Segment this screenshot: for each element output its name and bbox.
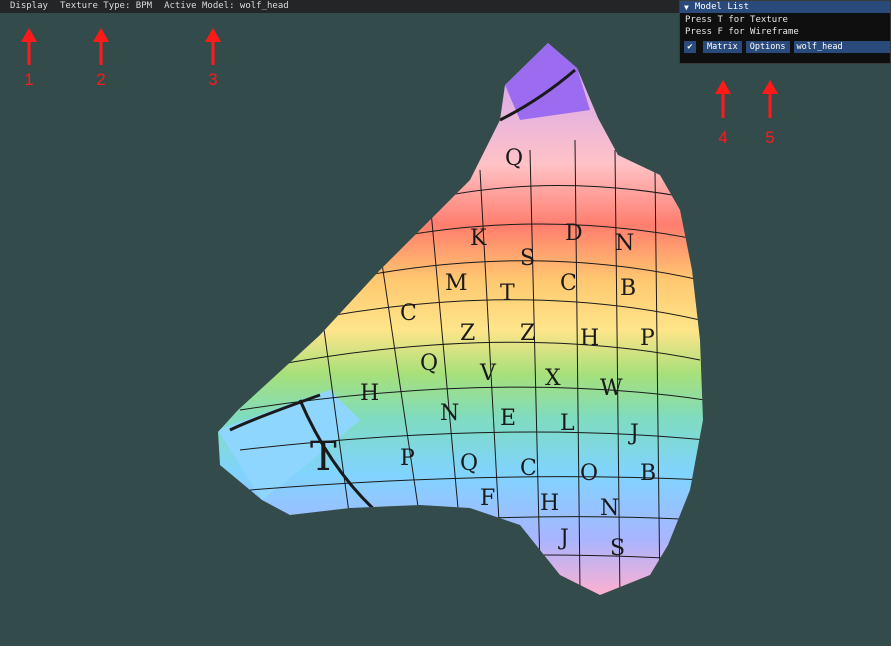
texture-letter: N [600, 496, 619, 521]
texture-letter: N [440, 401, 459, 426]
3d-viewport[interactable]: Q K S D N M T C B C Z Z H P Q V X W H N … [0, 13, 891, 646]
texture-letter: Z [460, 321, 475, 346]
texture-letter: O [580, 461, 598, 486]
texture-letter: H [540, 491, 559, 516]
texture-letter: J [558, 526, 569, 551]
texture-letter: S [520, 246, 535, 271]
texture-letter: V [479, 361, 497, 386]
options-button[interactable]: Options [745, 41, 790, 53]
hint-texture: Press T for Texture [685, 15, 788, 25]
texture-letter: S [610, 536, 625, 561]
texture-letter: X [545, 366, 561, 391]
texture-letter: E [500, 406, 516, 431]
texture-letter: H [580, 326, 599, 351]
texture-letter: L [560, 411, 575, 436]
menu-texture-type[interactable]: Texture Type: BPM [60, 0, 152, 13]
model-list-header[interactable]: ▼ Model List [680, 1, 890, 13]
checkmark-icon: ✔ [687, 42, 693, 52]
texture-letter: W [600, 376, 623, 401]
texture-letter: C [560, 271, 577, 296]
texture-letter: T [500, 281, 515, 306]
annotation-label-4: 4 [718, 128, 728, 147]
menu-display[interactable]: Display [10, 0, 48, 13]
hint-wireframe: Press F for Wireframe [685, 27, 799, 37]
annotation-label-3: 3 [208, 70, 218, 89]
texture-letter: J [628, 421, 639, 446]
texture-letter: C [400, 301, 417, 326]
texture-letter: C [520, 456, 537, 481]
texture-letter: B [620, 276, 636, 301]
menu-active-model[interactable]: Active Model: wolf_head [164, 0, 289, 13]
model-list-title: Model List [694, 2, 750, 12]
model-list-panel: ▼ Model List Press T for Texture Press F… [679, 0, 891, 64]
texture-letter: N [615, 231, 634, 256]
texture-letter: M [445, 271, 468, 296]
texture-letter: P [400, 446, 415, 471]
annotation-label-2: 2 [96, 70, 106, 89]
collapse-triangle-icon[interactable]: ▼ [684, 3, 689, 12]
model-row: ✔ Matrix Options wolf_head [680, 40, 890, 54]
texture-letter: Z [520, 321, 535, 346]
texture-letter: H [360, 381, 379, 406]
matrix-button[interactable]: Matrix [703, 41, 742, 53]
model-name-field[interactable]: wolf_head [793, 41, 890, 53]
annotation-label-5: 5 [765, 128, 775, 147]
texture-letter: P [640, 326, 655, 351]
texture-letter: Q [420, 351, 438, 376]
model-visible-checkbox[interactable]: ✔ [684, 41, 696, 53]
texture-letter: Q [505, 146, 523, 171]
annotation-label-1: 1 [24, 70, 34, 89]
texture-letter: T [310, 434, 337, 480]
texture-letter: D [565, 221, 583, 246]
wolf-head-model: Q K S D N M T C B C Z Z H P Q V X W H N … [218, 43, 703, 595]
texture-letter: F [480, 486, 495, 511]
texture-letter: K [470, 226, 487, 251]
texture-letter: B [640, 461, 656, 486]
texture-letter: Q [460, 451, 478, 476]
